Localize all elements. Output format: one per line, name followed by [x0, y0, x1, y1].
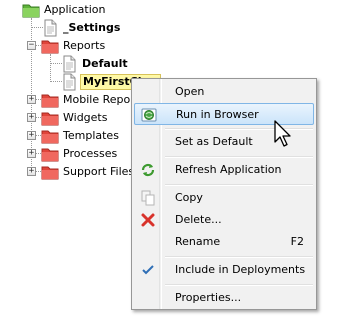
delete-icon [141, 213, 155, 227]
menu-item-properties[interactable]: Properties... [134, 287, 314, 309]
menu-item-copy[interactable]: Copy [134, 187, 314, 209]
check-icon [142, 265, 154, 275]
widgets-expand-button[interactable]: + [27, 113, 36, 122]
menu-item-label: Properties... [175, 291, 242, 304]
tree-node-label: Templates [63, 129, 119, 142]
menu-separator [165, 156, 313, 158]
tree-node-label: _Settings [63, 21, 121, 34]
folder-icon [22, 4, 40, 18]
tree-line [50, 54, 51, 82]
menu-item-delete[interactable]: Delete... [134, 209, 314, 231]
menu-item-label: Run in Browser [176, 108, 259, 121]
folder-icon [41, 40, 59, 54]
document-icon [63, 73, 76, 91]
menu-item-include-in-deployments[interactable]: Include in Deployments [134, 259, 314, 281]
tree-node-label: Application [44, 3, 106, 16]
menu-item-rename[interactable]: Rename F2 [134, 231, 314, 253]
folder-icon [41, 148, 59, 162]
context-menu: Open Run in Browser Set as Default Refre… [131, 78, 317, 310]
mouse-cursor-icon [274, 120, 291, 147]
menu-item-label: Open [175, 85, 205, 98]
tree-node-label: Support Files [63, 165, 135, 178]
refresh-icon [141, 163, 155, 177]
processes-expand-button[interactable]: + [27, 149, 36, 158]
folder-icon [41, 166, 59, 180]
mobile-reports-expand-button[interactable]: + [27, 95, 36, 104]
menu-item-open[interactable]: Open [134, 81, 314, 103]
document-icon [63, 55, 76, 73]
folder-icon [41, 94, 59, 108]
globe-icon [141, 108, 157, 122]
support-files-expand-button[interactable]: + [27, 167, 36, 176]
reports-collapse-button[interactable]: − [27, 41, 36, 50]
menu-separator [165, 256, 313, 258]
tree-node-label: Widgets [63, 111, 108, 124]
tree-node-label: Reports [63, 39, 106, 52]
document-icon [44, 19, 57, 37]
menu-item-label: Refresh Application [175, 163, 282, 176]
menu-item-label: Set as Default [175, 135, 253, 148]
copy-icon [141, 190, 155, 206]
menu-item-shortcut: F2 [290, 235, 304, 248]
tree-node-label: Processes [63, 147, 118, 160]
menu-item-label: Include in Deployments [175, 263, 306, 276]
menu-item-refresh-application[interactable]: Refresh Application [134, 159, 314, 181]
menu-item-label: Delete... [175, 213, 222, 226]
menu-separator [165, 184, 313, 186]
folder-icon [41, 112, 59, 126]
menu-separator [165, 284, 313, 286]
templates-expand-button[interactable]: + [27, 131, 36, 140]
tree-node-label: Default [82, 57, 128, 70]
menu-item-label: Copy [175, 191, 203, 204]
menu-item-label: Rename [175, 235, 221, 248]
folder-icon [41, 130, 59, 144]
